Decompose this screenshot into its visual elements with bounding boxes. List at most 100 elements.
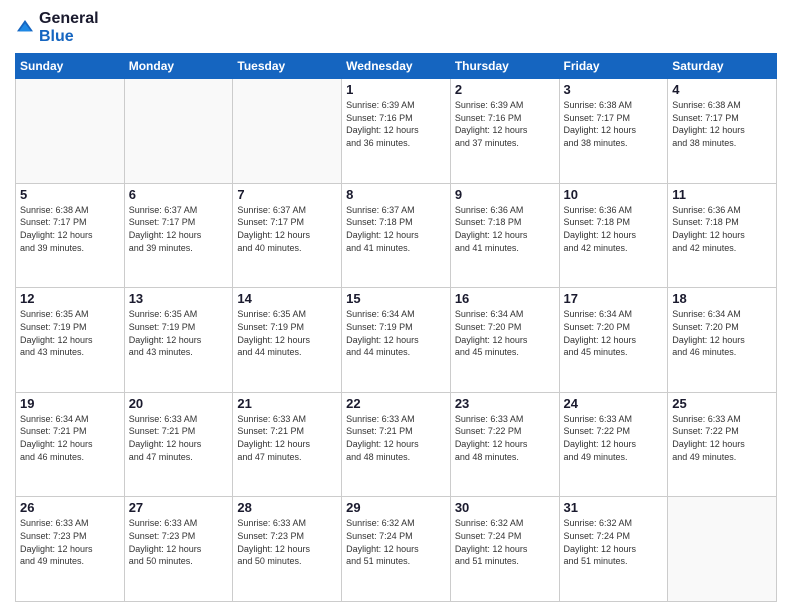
day-info: Sunrise: 6:37 AMSunset: 7:17 PMDaylight:… [129, 204, 229, 254]
day-number: 20 [129, 396, 229, 411]
day-info: Sunrise: 6:32 AMSunset: 7:24 PMDaylight:… [564, 517, 664, 567]
day-number: 22 [346, 396, 446, 411]
day-info: Sunrise: 6:39 AMSunset: 7:16 PMDaylight:… [455, 99, 555, 149]
day-info: Sunrise: 6:36 AMSunset: 7:18 PMDaylight:… [672, 204, 772, 254]
calendar-cell: 14 Sunrise: 6:35 AMSunset: 7:19 PMDayligh… [233, 288, 342, 393]
day-number: 14 [237, 291, 337, 306]
day-info: Sunrise: 6:36 AMSunset: 7:18 PMDaylight:… [564, 204, 664, 254]
day-number: 25 [672, 396, 772, 411]
day-info: Sunrise: 6:33 AMSunset: 7:21 PMDaylight:… [129, 413, 229, 463]
day-info: Sunrise: 6:33 AMSunset: 7:22 PMDaylight:… [455, 413, 555, 463]
day-number: 30 [455, 500, 555, 515]
day-info: Sunrise: 6:33 AMSunset: 7:22 PMDaylight:… [564, 413, 664, 463]
calendar-cell: 22 Sunrise: 6:33 AMSunset: 7:21 PMDayligh… [342, 392, 451, 497]
day-number: 5 [20, 187, 120, 202]
calendar-cell: 5 Sunrise: 6:38 AMSunset: 7:17 PMDaylight… [16, 183, 125, 288]
day-number: 15 [346, 291, 446, 306]
day-info: Sunrise: 6:32 AMSunset: 7:24 PMDaylight:… [346, 517, 446, 567]
day-info: Sunrise: 6:33 AMSunset: 7:21 PMDaylight:… [237, 413, 337, 463]
calendar-cell: 31 Sunrise: 6:32 AMSunset: 7:24 PMDayligh… [559, 497, 668, 602]
day-info: Sunrise: 6:36 AMSunset: 7:18 PMDaylight:… [455, 204, 555, 254]
calendar-cell: 19Sunrise: 6:34 AMSunset: 7:21 PMDayligh… [16, 392, 125, 497]
calendar-cell: 12 Sunrise: 6:35 AMSunset: 7:19 PMDayligh… [16, 288, 125, 393]
day-info: Sunrise: 6:33 AMSunset: 7:22 PMDaylight:… [672, 413, 772, 463]
weekday-header-thursday: Thursday [450, 54, 559, 79]
calendar-cell: 9 Sunrise: 6:36 AMSunset: 7:18 PMDaylight… [450, 183, 559, 288]
day-number: 9 [455, 187, 555, 202]
calendar-cell [124, 79, 233, 184]
logo-general: General [39, 10, 99, 28]
calendar-cell: 16 Sunrise: 6:34 AMSunset: 7:20 PMDayligh… [450, 288, 559, 393]
weekday-header-wednesday: Wednesday [342, 54, 451, 79]
calendar-cell: 26 Sunrise: 6:33 AMSunset: 7:23 PMDayligh… [16, 497, 125, 602]
day-number: 24 [564, 396, 664, 411]
day-number: 13 [129, 291, 229, 306]
calendar: SundayMondayTuesdayWednesdayThursdayFrid… [15, 53, 777, 602]
calendar-cell: 25 Sunrise: 6:33 AMSunset: 7:22 PMDayligh… [668, 392, 777, 497]
day-number: 26 [20, 500, 120, 515]
day-info: Sunrise: 6:33 AMSunset: 7:23 PMDaylight:… [237, 517, 337, 567]
day-info: Sunrise: 6:35 AMSunset: 7:19 PMDaylight:… [20, 308, 120, 358]
weekday-header-monday: Monday [124, 54, 233, 79]
day-info: Sunrise: 6:32 AMSunset: 7:24 PMDaylight:… [455, 517, 555, 567]
day-number: 18 [672, 291, 772, 306]
day-number: 17 [564, 291, 664, 306]
day-number: 27 [129, 500, 229, 515]
page: General Blue SundayMondayTuesdayWednesda… [0, 0, 792, 612]
weekday-header-sunday: Sunday [16, 54, 125, 79]
day-info: Sunrise: 6:33 AMSunset: 7:23 PMDaylight:… [129, 517, 229, 567]
day-info: Sunrise: 6:34 AMSunset: 7:20 PMDaylight:… [672, 308, 772, 358]
day-number: 16 [455, 291, 555, 306]
day-number: 23 [455, 396, 555, 411]
day-number: 3 [564, 82, 664, 97]
logo-icon [15, 18, 35, 38]
day-info: Sunrise: 6:37 AMSunset: 7:17 PMDaylight:… [237, 204, 337, 254]
day-number: 11 [672, 187, 772, 202]
header: General Blue [15, 10, 777, 45]
calendar-cell: 2 Sunrise: 6:39 AMSunset: 7:16 PMDaylight… [450, 79, 559, 184]
day-info: Sunrise: 6:35 AMSunset: 7:19 PMDaylight:… [129, 308, 229, 358]
weekday-header-friday: Friday [559, 54, 668, 79]
day-number: 10 [564, 187, 664, 202]
day-info: Sunrise: 6:34 AMSunset: 7:20 PMDaylight:… [455, 308, 555, 358]
day-info: Sunrise: 6:33 AMSunset: 7:21 PMDaylight:… [346, 413, 446, 463]
day-info: Sunrise: 6:35 AMSunset: 7:19 PMDaylight:… [237, 308, 337, 358]
calendar-cell: 18 Sunrise: 6:34 AMSunset: 7:20 PMDayligh… [668, 288, 777, 393]
calendar-cell: 20 Sunrise: 6:33 AMSunset: 7:21 PMDayligh… [124, 392, 233, 497]
calendar-cell: 10 Sunrise: 6:36 AMSunset: 7:18 PMDayligh… [559, 183, 668, 288]
calendar-cell: 27 Sunrise: 6:33 AMSunset: 7:23 PMDayligh… [124, 497, 233, 602]
calendar-cell: 23 Sunrise: 6:33 AMSunset: 7:22 PMDayligh… [450, 392, 559, 497]
day-number: 21 [237, 396, 337, 411]
calendar-cell: 24 Sunrise: 6:33 AMSunset: 7:22 PMDayligh… [559, 392, 668, 497]
day-number: 31 [564, 500, 664, 515]
day-info: Sunrise: 6:34 AMSunset: 7:21 PMDaylight:… [20, 413, 120, 463]
calendar-cell: 28Sunrise: 6:33 AMSunset: 7:23 PMDayligh… [233, 497, 342, 602]
calendar-cell: 17 Sunrise: 6:34 AMSunset: 7:20 PMDayligh… [559, 288, 668, 393]
weekday-header-saturday: Saturday [668, 54, 777, 79]
week-row-4: 19Sunrise: 6:34 AMSunset: 7:21 PMDayligh… [16, 392, 777, 497]
day-number: 29 [346, 500, 446, 515]
calendar-cell [16, 79, 125, 184]
day-number: 12 [20, 291, 120, 306]
calendar-cell: 7 Sunrise: 6:37 AMSunset: 7:17 PMDaylight… [233, 183, 342, 288]
calendar-cell: 1Sunrise: 6:39 AMSunset: 7:16 PMDaylight… [342, 79, 451, 184]
calendar-cell: 4 Sunrise: 6:38 AMSunset: 7:17 PMDaylight… [668, 79, 777, 184]
day-number: 4 [672, 82, 772, 97]
calendar-cell: 11 Sunrise: 6:36 AMSunset: 7:18 PMDayligh… [668, 183, 777, 288]
day-info: Sunrise: 6:38 AMSunset: 7:17 PMDaylight:… [20, 204, 120, 254]
week-row-5: 26 Sunrise: 6:33 AMSunset: 7:23 PMDayligh… [16, 497, 777, 602]
calendar-cell [233, 79, 342, 184]
calendar-cell: 29 Sunrise: 6:32 AMSunset: 7:24 PMDayligh… [342, 497, 451, 602]
day-number: 2 [455, 82, 555, 97]
calendar-cell: 13 Sunrise: 6:35 AMSunset: 7:19 PMDayligh… [124, 288, 233, 393]
day-info: Sunrise: 6:38 AMSunset: 7:17 PMDaylight:… [672, 99, 772, 149]
week-row-3: 12 Sunrise: 6:35 AMSunset: 7:19 PMDayligh… [16, 288, 777, 393]
day-info: Sunrise: 6:39 AMSunset: 7:16 PMDaylight:… [346, 99, 446, 149]
day-info: Sunrise: 6:34 AMSunset: 7:20 PMDaylight:… [564, 308, 664, 358]
calendar-cell [668, 497, 777, 602]
day-number: 7 [237, 187, 337, 202]
day-number: 6 [129, 187, 229, 202]
calendar-cell: 15Sunrise: 6:34 AMSunset: 7:19 PMDayligh… [342, 288, 451, 393]
day-info: Sunrise: 6:33 AMSunset: 7:23 PMDaylight:… [20, 517, 120, 567]
calendar-cell: 3Sunrise: 6:38 AMSunset: 7:17 PMDaylight… [559, 79, 668, 184]
